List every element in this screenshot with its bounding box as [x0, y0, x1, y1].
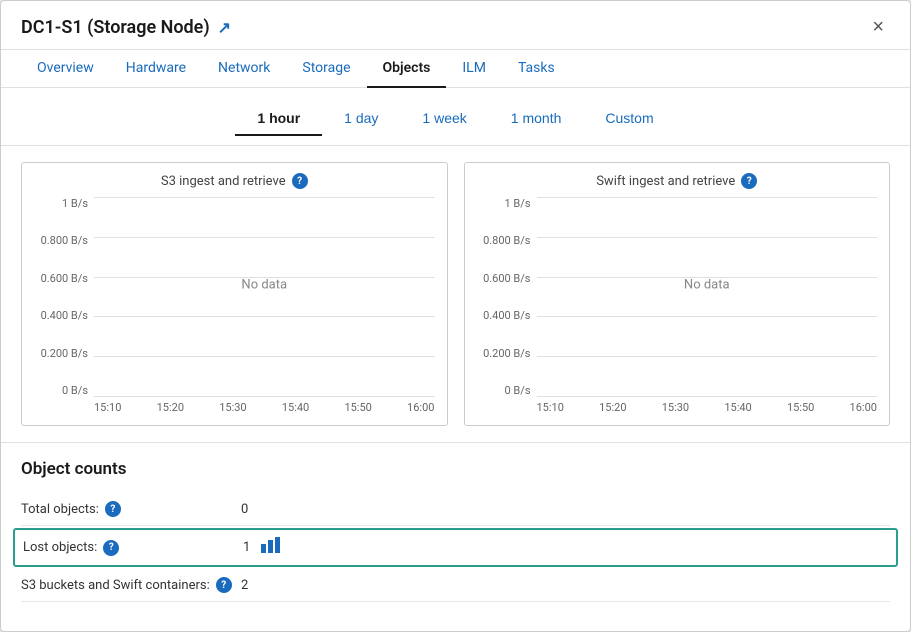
close-button[interactable]: × [866, 15, 890, 39]
s3-chart-body: No data 15:10 15:20 15:30 15:40 15:50 16… [94, 197, 435, 417]
charts-row: S3 ingest and retrieve ? 1 B/s 0.800 B/s… [1, 146, 910, 442]
s3-chart-title: S3 ingest and retrieve ? [34, 173, 435, 189]
s3-buckets-help-icon[interactable]: ? [216, 577, 232, 593]
swift-help-icon[interactable]: ? [741, 173, 757, 189]
tab-overview[interactable]: Overview [21, 50, 110, 88]
swift-grid-lines [537, 197, 878, 397]
lost-objects-label: Lost objects: ? [23, 540, 243, 556]
swift-x-axis: 15:10 15:20 15:30 15:40 15:50 16:00 [537, 397, 878, 417]
tab-tasks[interactable]: Tasks [502, 50, 571, 88]
modal-window: DC1-S1 (Storage Node) ↗ × Overview Hardw… [0, 0, 911, 632]
lost-objects-chart-icon[interactable] [260, 536, 282, 559]
s3-y-axis: 1 B/s 0.800 B/s 0.600 B/s 0.400 B/s 0.20… [34, 197, 94, 417]
total-objects-value: 0 [241, 502, 248, 517]
lost-objects-value: 1 [243, 540, 250, 555]
total-objects-label: Total objects: ? [21, 501, 241, 517]
s3-chart-area: 1 B/s 0.800 B/s 0.600 B/s 0.400 B/s 0.20… [34, 197, 435, 417]
total-objects-row: Total objects: ? 0 [21, 493, 890, 526]
time-1hour[interactable]: 1 hour [235, 102, 322, 136]
modal-title: DC1-S1 (Storage Node) ↗ [21, 17, 231, 38]
s3-help-icon[interactable]: ? [292, 173, 308, 189]
lost-objects-help-icon[interactable]: ? [103, 540, 119, 556]
lost-objects-row: Lost objects: ? 1 [13, 528, 898, 567]
s3-buckets-label: S3 buckets and Swift containers: ? [21, 577, 241, 593]
tab-storage[interactable]: Storage [286, 50, 366, 88]
tab-objects[interactable]: Objects [367, 50, 447, 88]
tabs-navigation: Overview Hardware Network Storage Object… [1, 50, 910, 88]
s3-grid-lines [94, 197, 435, 397]
tab-network[interactable]: Network [202, 50, 286, 88]
title-text: DC1-S1 (Storage Node) [21, 17, 210, 38]
external-link-icon[interactable]: ↗ [218, 18, 231, 37]
swift-chart-title: Swift ingest and retrieve ? [477, 173, 878, 189]
s3-buckets-row: S3 buckets and Swift containers: ? 2 [21, 569, 890, 602]
swift-chart-body: No data 15:10 15:20 15:30 15:40 15:50 16… [537, 197, 878, 417]
s3-buckets-value: 2 [241, 578, 248, 593]
tab-hardware[interactable]: Hardware [110, 50, 202, 88]
tab-ilm[interactable]: ILM [446, 50, 502, 88]
swift-no-data: No data [684, 278, 730, 293]
s3-chart: S3 ingest and retrieve ? 1 B/s 0.800 B/s… [21, 162, 448, 426]
s3-no-data: No data [241, 278, 287, 293]
swift-y-axis: 1 B/s 0.800 B/s 0.600 B/s 0.400 B/s 0.20… [477, 197, 537, 417]
swift-chart: Swift ingest and retrieve ? 1 B/s 0.800 … [464, 162, 891, 426]
time-1week[interactable]: 1 week [400, 102, 488, 136]
time-1day[interactable]: 1 day [322, 102, 400, 136]
s3-x-axis: 15:10 15:20 15:30 15:40 15:50 16:00 [94, 397, 435, 417]
total-objects-help-icon[interactable]: ? [105, 501, 121, 517]
time-navigation: 1 hour 1 day 1 week 1 month Custom [1, 88, 910, 146]
swift-chart-area: 1 B/s 0.800 B/s 0.600 B/s 0.400 B/s 0.20… [477, 197, 878, 417]
object-counts-section: Object counts Total objects: ? 0 Lost ob… [1, 442, 910, 618]
time-custom[interactable]: Custom [583, 102, 675, 136]
time-1month[interactable]: 1 month [489, 102, 584, 136]
modal-header: DC1-S1 (Storage Node) ↗ × [1, 1, 910, 50]
object-counts-title: Object counts [21, 459, 890, 479]
